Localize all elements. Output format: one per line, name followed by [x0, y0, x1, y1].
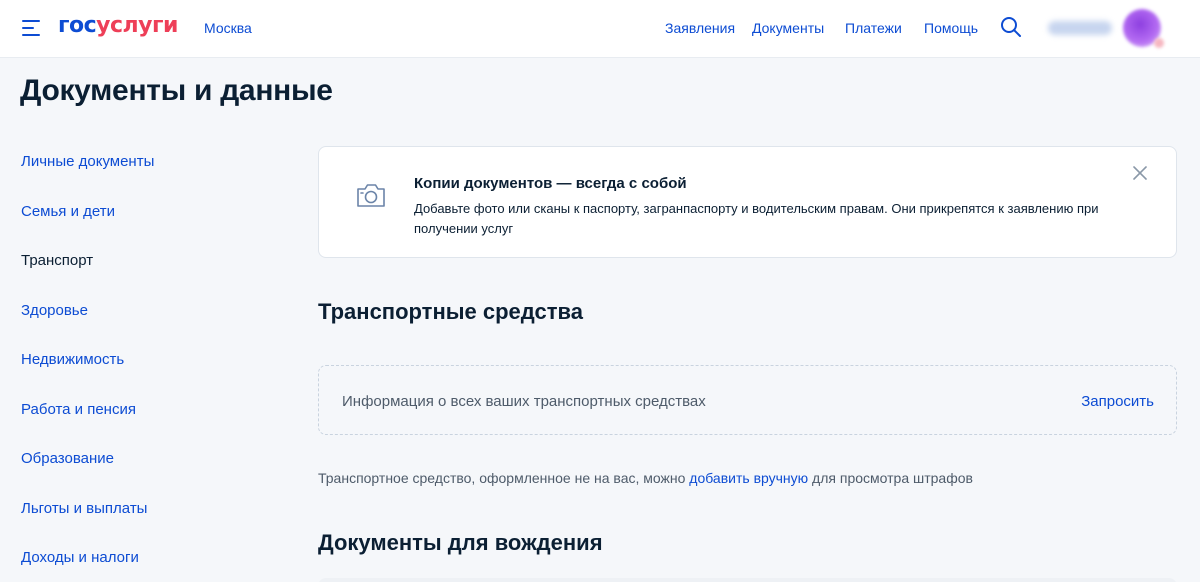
notification-dot: [1154, 38, 1164, 48]
add-manually-link[interactable]: добавить вручную: [689, 470, 808, 486]
banner-text: Добавьте фото или сканы к паспорту, загр…: [414, 201, 1099, 236]
note-text-before: Транспортное средство, оформленное не на…: [318, 470, 690, 486]
banner-title: Копии документов — всегда с собой: [414, 175, 687, 192]
gosuslugi-logo[interactable]: госуслуги: [58, 13, 178, 38]
section-title-vehicles: Транспортные средства: [318, 299, 583, 324]
burger-menu-icon[interactable]: [22, 20, 42, 36]
search-icon[interactable]: [1000, 16, 1022, 38]
sidebar-item-transport[interactable]: Транспорт: [21, 252, 93, 269]
sidebar-item-benefits[interactable]: Льготы и выплаты: [21, 500, 147, 517]
sidebar-item-personal-docs[interactable]: Личные документы: [21, 153, 154, 170]
close-icon[interactable]: [1133, 166, 1147, 180]
vehicles-request-card: Информация о всех ваших транспортных сре…: [318, 365, 1177, 435]
sidebar-item-work-pension[interactable]: Работа и пенсия: [21, 401, 136, 418]
sidebar-item-education[interactable]: Образование: [21, 450, 114, 467]
vehicles-note: Транспортное средство, оформленное не на…: [318, 470, 973, 486]
nav-documents[interactable]: Документы: [752, 20, 824, 36]
logo-part-gos: гос: [58, 13, 97, 38]
logo-part-uslugi: услуги: [96, 13, 178, 38]
sidebar-item-income-taxes[interactable]: Доходы и налоги: [21, 549, 139, 566]
sidebar-item-family[interactable]: Семья и дети: [21, 203, 115, 220]
city-selector[interactable]: Москва: [204, 20, 252, 36]
document-copies-banner: Копии документов — всегда с собой Добавь…: [318, 146, 1177, 258]
vehicles-request-text: Информация о всех ваших транспортных сре…: [342, 393, 706, 410]
request-button[interactable]: Запросить: [1081, 393, 1154, 410]
sidebar-item-realty[interactable]: Недвижимость: [21, 351, 124, 368]
top-header: госуслуги Москва Заявления Документы Пла…: [0, 0, 1200, 58]
page-title: Документы и данные: [20, 74, 333, 107]
sidebar-item-health[interactable]: Здоровье: [21, 302, 88, 319]
nav-help[interactable]: Помощь: [924, 20, 978, 36]
note-text-after: для просмотра штрафов: [808, 470, 973, 486]
driving-docs-card: [318, 578, 1177, 582]
nav-payments[interactable]: Платежи: [845, 20, 902, 36]
nav-applications[interactable]: Заявления: [665, 20, 735, 36]
section-title-driving-docs: Документы для вождения: [318, 530, 603, 555]
user-name-blurred[interactable]: [1048, 21, 1112, 35]
camera-icon: [357, 184, 385, 207]
